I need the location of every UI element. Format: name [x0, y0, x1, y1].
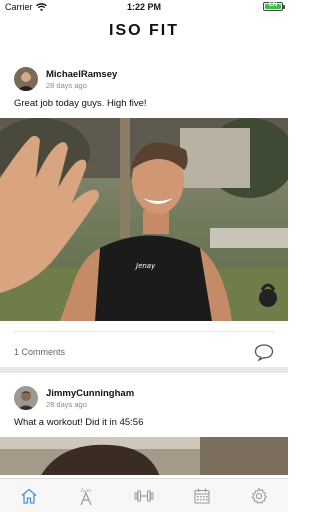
- avatar[interactable]: [14, 386, 38, 410]
- post-card: MichaelRamsey 28 days ago Great job toda…: [0, 54, 288, 367]
- post-text: Great job today guys. High five!: [14, 98, 147, 109]
- tab-home[interactable]: [9, 482, 49, 510]
- post-photo[interactable]: [0, 437, 288, 475]
- post-text: What a workout! Did it in 45:56: [14, 417, 144, 428]
- tab-workouts[interactable]: [124, 482, 164, 510]
- post-header: JimmyCunningham 28 days ago: [0, 373, 288, 411]
- post-username[interactable]: MichaelRamsey: [46, 69, 117, 80]
- status-bar: Carrier 1:22 PM EN: [0, 0, 288, 14]
- post-meta: MichaelRamsey 28 days ago: [46, 69, 117, 90]
- settings-icon: [251, 487, 268, 504]
- dumbbell-icon: [134, 490, 154, 501]
- feed[interactable]: MichaelRamsey 28 days ago Great job toda…: [0, 54, 288, 478]
- post-timestamp: 28 days ago: [46, 399, 87, 409]
- post-header: MichaelRamsey 28 days ago: [0, 54, 288, 92]
- status-right: EN: [263, 2, 285, 11]
- post-meta: JimmyCunningham 28 days ago: [46, 388, 134, 409]
- post-photo-image: Jenay: [0, 118, 288, 321]
- tab-settings[interactable]: [239, 482, 279, 510]
- battery-tip: [283, 5, 285, 9]
- home-icon: [21, 488, 37, 504]
- battery-icon: EN: [263, 2, 285, 11]
- svg-text:Jenay: Jenay: [134, 262, 156, 270]
- comments-count[interactable]: 1 Comments: [14, 347, 65, 357]
- app-title: ISO FIT: [109, 22, 179, 39]
- post-photo-image: [0, 437, 288, 475]
- gym-icon: Gym: [80, 488, 92, 505]
- comments-row: 1 Comments: [14, 331, 274, 367]
- comment-icon[interactable]: [254, 343, 274, 361]
- calendar-icon: [194, 488, 210, 504]
- post-timestamp: 28 days ago: [46, 80, 87, 90]
- tab-calendar[interactable]: [182, 482, 222, 510]
- avatar[interactable]: [14, 67, 38, 91]
- post-photo[interactable]: Jenay: [0, 118, 288, 321]
- status-time: 1:22 PM: [126, 2, 161, 12]
- post-card: JimmyCunningham 28 days ago What a worko…: [0, 373, 288, 475]
- post-username[interactable]: JimmyCunningham: [46, 388, 134, 399]
- battery-label: EN: [268, 2, 278, 8]
- tab-bar: Gym: [0, 478, 288, 512]
- tab-gym[interactable]: Gym: [66, 482, 106, 510]
